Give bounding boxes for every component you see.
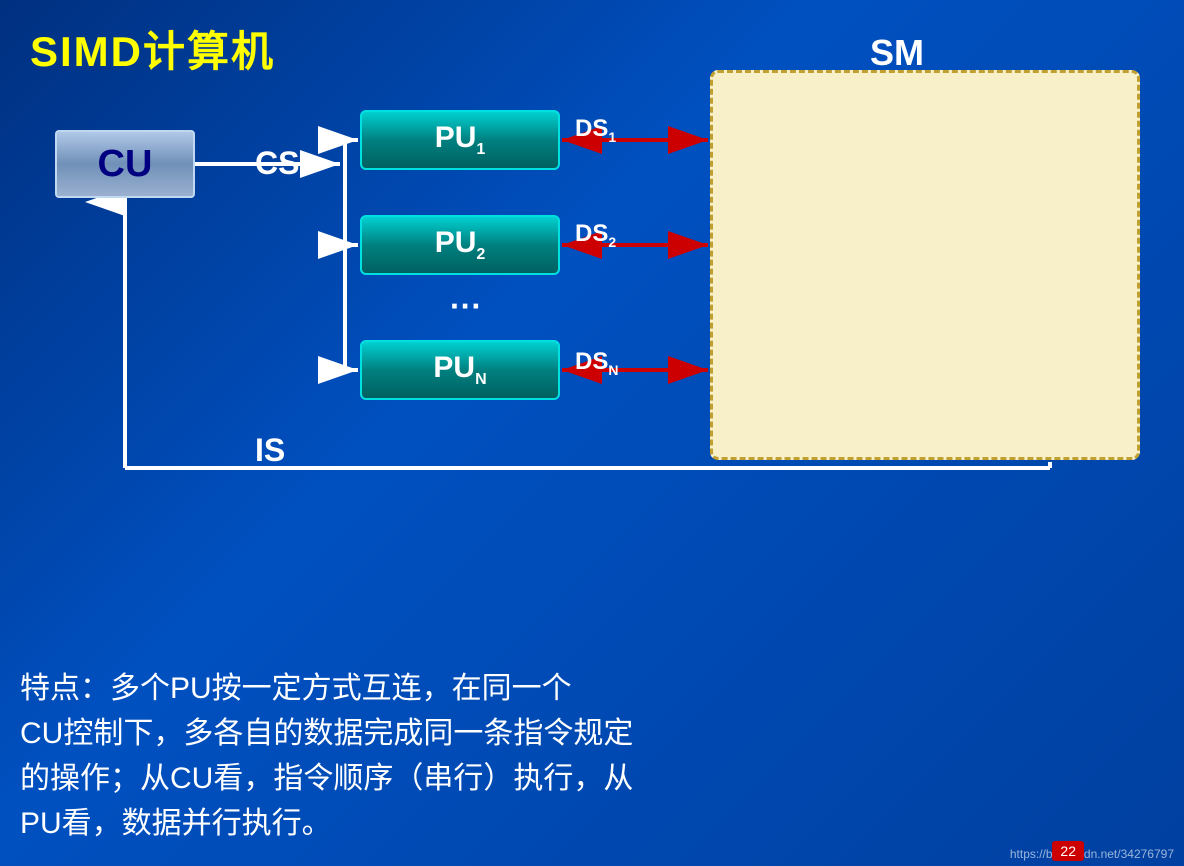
watermark: https://blog.csdn.net/34276797 [1010, 847, 1174, 861]
pu-box-2: PU2 [360, 215, 560, 275]
description-text: 特点：多个PU按一定方式互连，在同一个 CU控制下，多各自的数据完成同一条指令规… [20, 666, 1164, 846]
cs-arrow-label: CS [255, 145, 299, 182]
pu-label-2: PU2 [435, 226, 486, 264]
pu-label-n: PUN [433, 351, 486, 389]
sm-container: MM1 MM2 : MMN [710, 70, 1140, 460]
pu-box-1: PU1 [360, 110, 560, 170]
pu-dots: ··· [450, 288, 482, 325]
pu-box-n: PUN [360, 340, 560, 400]
ds-label-1: DS1 [575, 115, 616, 145]
desc-line-2: CU控制下，多各自的数据完成同一条指令规定 [20, 711, 1164, 756]
page-number: 22 [1052, 841, 1084, 861]
page-title: SIMD计算机 [30, 18, 275, 79]
desc-line-3: 的操作；从CU看，指令顺序（串行）执行，从 [20, 756, 1164, 801]
is-arrow-label: IS [255, 432, 285, 469]
cu-label: CU [98, 143, 153, 186]
sm-label: SM [870, 32, 924, 74]
ds-label-2: DS2 [575, 220, 616, 250]
desc-line-4: PU看，数据并行执行。 [20, 801, 1164, 846]
desc-line-1: 特点：多个PU按一定方式互连，在同一个 [20, 666, 1164, 711]
pu-label-1: PU1 [435, 121, 486, 159]
ds-label-n: DSN [575, 348, 618, 378]
cu-box: CU [55, 130, 195, 198]
